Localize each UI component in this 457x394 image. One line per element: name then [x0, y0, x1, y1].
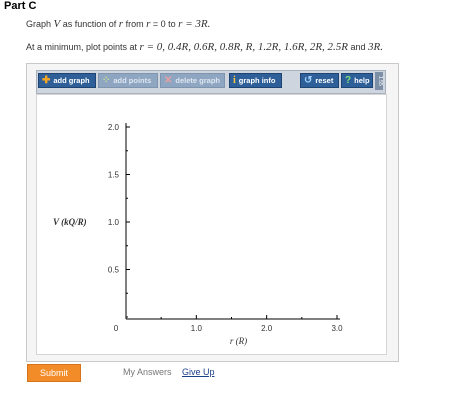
- points-icon: ⁘: [102, 74, 111, 86]
- add-points-button[interactable]: ⁘ add points: [98, 73, 158, 88]
- y-axis-label: V (kQ/R): [53, 217, 87, 227]
- y-tick-label: 0.5: [108, 266, 120, 275]
- q1-text-c: from: [123, 19, 147, 29]
- help-label: help: [354, 76, 370, 85]
- q1-text-b: as function of: [60, 19, 119, 29]
- y-tick-label: 1.5: [108, 171, 120, 180]
- graph-info-button[interactable]: i graph info: [229, 73, 282, 88]
- version-tag: 1.55: [375, 72, 383, 90]
- info-icon: i: [233, 74, 236, 86]
- graph-area[interactable]: 2.0 1.5 1.0 0.5 0 1.0 2.0 3.0 V (kQ/R) r (R): [36, 94, 387, 355]
- x-icon: ✕: [164, 74, 173, 86]
- give-up-link[interactable]: Give Up: [182, 367, 215, 377]
- x-tick-label: 1.0: [191, 324, 203, 333]
- add-graph-button[interactable]: ✚ add graph: [38, 73, 96, 88]
- submit-button[interactable]: Submit: [27, 364, 81, 382]
- y-tick-label: 2.0: [108, 123, 120, 132]
- q2-values: = 0, 0.4R, 0.6R, 0.8R, R, 1.2R, 1.6R, 2R…: [143, 41, 349, 53]
- q1-text-e: = 3R.: [182, 18, 211, 30]
- plus-icon: ✚: [42, 74, 51, 86]
- graph-info-label: graph info: [238, 76, 276, 85]
- add-graph-label: add graph: [53, 76, 90, 85]
- reset-label: reset: [315, 76, 334, 85]
- delete-graph-label: delete graph: [175, 76, 220, 85]
- delete-graph-button[interactable]: ✕ delete graph: [160, 73, 225, 88]
- x-tick-label: 0: [114, 324, 119, 333]
- x-tick-label: 2.0: [261, 324, 273, 333]
- y-tick-label: 1.0: [108, 218, 120, 227]
- my-answers-link: My Answers: [123, 367, 172, 377]
- q1-text-d: = 0 to: [150, 19, 179, 29]
- reset-icon: ↺: [304, 74, 313, 86]
- question-line-2: At a minimum, plot points at r = 0, 0.4R…: [26, 41, 383, 53]
- x-tick-label: 3.0: [331, 324, 343, 333]
- add-points-label: add points: [113, 76, 152, 85]
- x-axis-label: r (R): [230, 336, 247, 346]
- reset-button[interactable]: ↺ reset: [300, 73, 339, 88]
- part-title: Part C: [4, 0, 37, 12]
- help-button[interactable]: ? help: [341, 73, 373, 88]
- q1-text-a: Graph: [26, 19, 54, 29]
- q2-text-a: At a minimum, plot points at: [26, 42, 140, 52]
- q2-text-and: and: [348, 42, 369, 52]
- question-line-1: Graph V as function of r from r = 0 to r…: [26, 18, 210, 30]
- question-icon: ?: [345, 74, 352, 86]
- q2-text-end: 3R.: [368, 41, 384, 53]
- graph-svg[interactable]: 2.0 1.5 1.0 0.5 0 1.0 2.0 3.0 V (kQ/R) r (R): [37, 95, 386, 354]
